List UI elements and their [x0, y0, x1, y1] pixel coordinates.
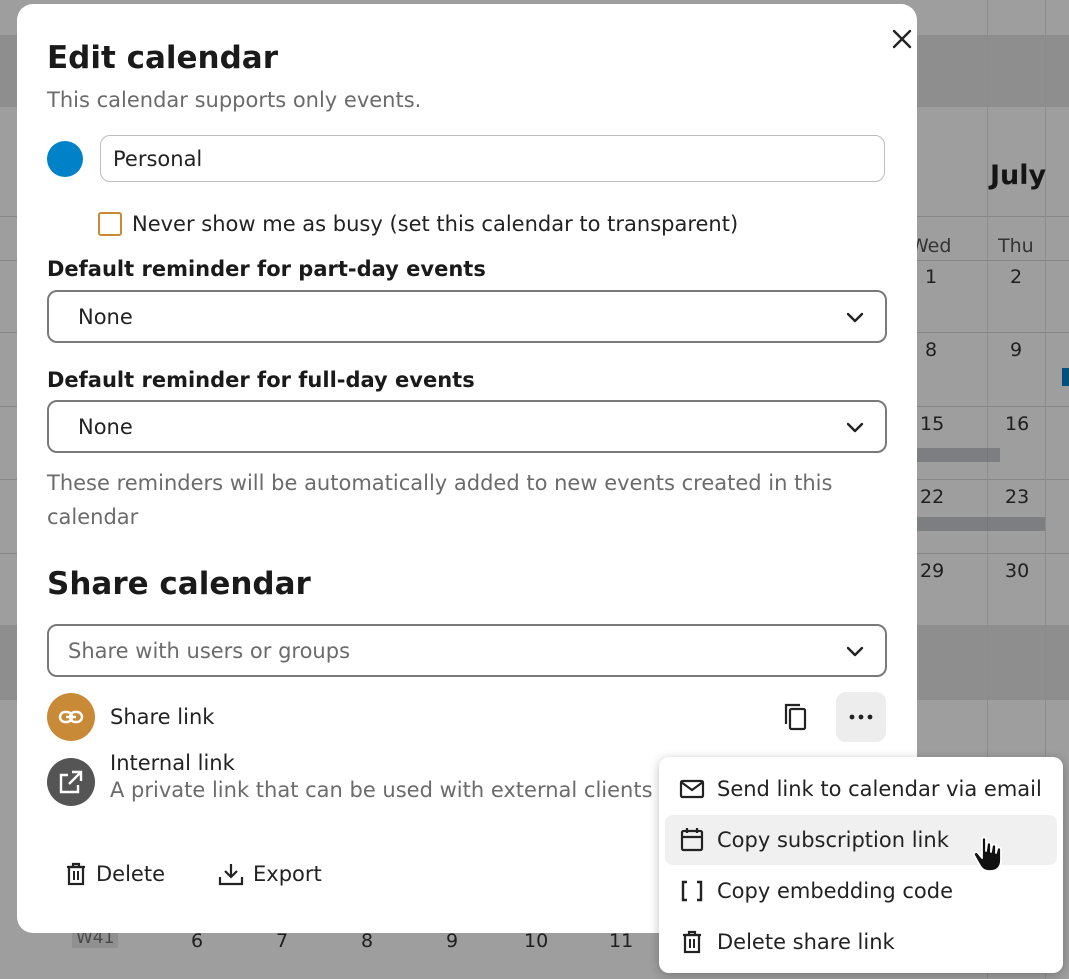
- menu-item-label: Copy embedding code: [717, 879, 954, 903]
- trash-icon: [67, 862, 85, 886]
- share-link-more-button[interactable]: [836, 692, 886, 742]
- chevron-down-icon: [846, 312, 864, 323]
- internal-link-avatar: [47, 758, 95, 806]
- trash-icon: [683, 930, 701, 954]
- transparent-checkbox-row[interactable]: Never show me as busy (set this calendar…: [98, 212, 738, 236]
- full-day-reminder-label: Default reminder for full-day events: [47, 368, 475, 392]
- menu-item-label: Send link to calendar via email: [717, 777, 1042, 801]
- transparent-checkbox[interactable]: [98, 212, 122, 236]
- delete-button[interactable]: Delete: [65, 862, 165, 886]
- share-section-title: Share calendar: [47, 566, 311, 602]
- share-link-avatar: [47, 693, 95, 741]
- hand-pointer-icon: [972, 836, 1002, 872]
- close-icon: [892, 29, 912, 49]
- part-day-reminder-label: Default reminder for part-day events: [47, 257, 486, 281]
- copy-link-button[interactable]: [771, 692, 821, 742]
- copy-icon: [784, 703, 807, 731]
- link-icon: [58, 710, 84, 724]
- external-link-icon: [59, 770, 83, 794]
- share-link-label: Share link: [110, 705, 215, 729]
- email-icon: [679, 779, 705, 799]
- full-day-reminder-value: None: [78, 414, 133, 439]
- chevron-down-icon: [846, 646, 864, 657]
- delete-label: Delete: [96, 862, 165, 886]
- brackets-icon: [681, 880, 703, 902]
- menu-item-delete-share-link[interactable]: Delete share link: [665, 917, 1057, 967]
- internal-link-subtitle: A private link that can be used with ext…: [110, 778, 653, 802]
- modal-subtitle: This calendar supports only events.: [47, 88, 422, 112]
- modal-title: Edit calendar: [47, 40, 279, 76]
- menu-item-send-email[interactable]: Send link to calendar via email: [665, 764, 1057, 814]
- transparent-checkbox-label: Never show me as busy (set this calendar…: [132, 212, 739, 236]
- close-button[interactable]: [883, 22, 921, 56]
- more-dots-icon: [849, 714, 873, 720]
- calendar-name-input[interactable]: [100, 135, 885, 182]
- chevron-down-icon: [846, 422, 864, 433]
- menu-item-label: Delete share link: [717, 930, 895, 954]
- export-button[interactable]: Export: [218, 862, 322, 886]
- share-users-placeholder: Share with users or groups: [68, 638, 351, 663]
- internal-link-title: Internal link: [110, 751, 235, 775]
- export-label: Export: [253, 862, 322, 886]
- part-day-reminder-select[interactable]: None: [47, 290, 887, 343]
- share-users-select[interactable]: Share with users or groups: [47, 624, 887, 677]
- reminder-hint: These reminders will be automatically ad…: [47, 471, 833, 529]
- calendar-color-picker[interactable]: [47, 141, 83, 177]
- download-icon: [218, 864, 244, 886]
- menu-item-label: Copy subscription link: [717, 828, 949, 852]
- calendar-icon: [680, 828, 704, 852]
- full-day-reminder-select[interactable]: None: [47, 400, 887, 453]
- part-day-reminder-value: None: [78, 304, 133, 329]
